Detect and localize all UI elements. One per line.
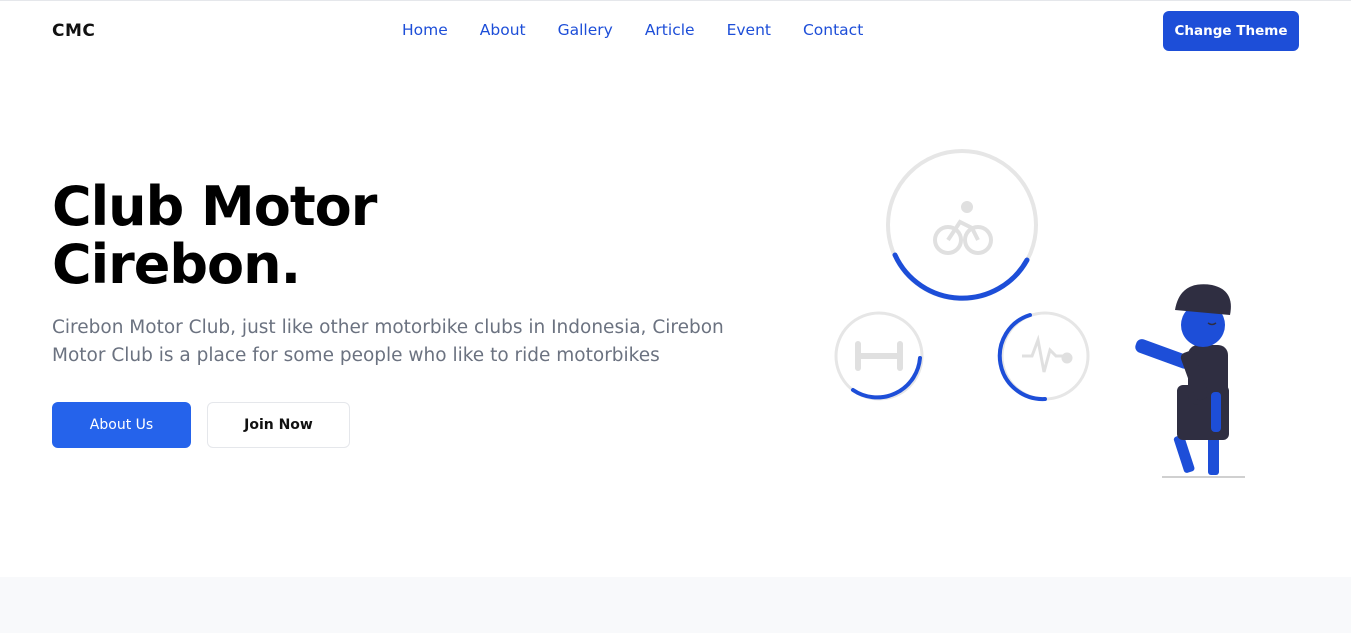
heartbeat-progress-ring	[997, 311, 1090, 402]
nav-contact[interactable]: Contact	[803, 21, 863, 39]
hero-title-line-1: Club Motor	[52, 175, 377, 238]
nav-event[interactable]: Event	[727, 21, 771, 39]
nav-home[interactable]: Home	[402, 21, 448, 39]
person-figure	[1135, 284, 1245, 478]
change-theme-button[interactable]: Change Theme	[1163, 11, 1299, 51]
hero-title: Club Motor Cirebon.	[52, 178, 532, 294]
next-section-band	[0, 577, 1351, 633]
hero-illustration	[834, 149, 1245, 478]
heartbeat-icon	[1022, 334, 1073, 373]
hero-description: Cirebon Motor Club, just like other moto…	[52, 317, 724, 366]
about-us-button[interactable]: About Us	[52, 402, 191, 448]
navbar: CMC Home About Gallery Article Event Con…	[0, 1, 1351, 61]
hero-title-line-2: Cirebon.	[52, 233, 301, 296]
dumbbell-progress-ring	[834, 311, 924, 401]
dumbbell-icon	[855, 341, 903, 371]
bicycle-progress-ring	[886, 149, 1038, 301]
nav-article[interactable]: Article	[645, 21, 695, 39]
site-logo[interactable]: CMC	[52, 21, 95, 41]
join-now-button[interactable]: Join Now	[207, 402, 350, 448]
main-nav: Home About Gallery Article Event Contact	[402, 21, 895, 39]
bicycle-icon	[933, 201, 993, 255]
nav-gallery[interactable]: Gallery	[558, 21, 613, 39]
nav-about[interactable]: About	[480, 21, 526, 39]
